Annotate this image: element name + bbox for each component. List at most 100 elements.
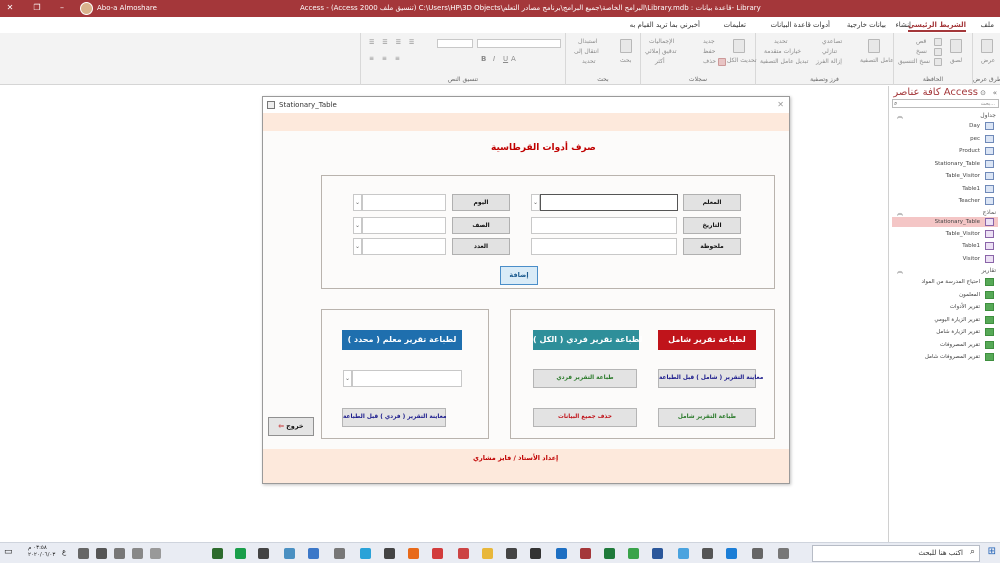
exit-button[interactable]: ⇦ خروج — [268, 417, 314, 436]
format-painter-icon[interactable] — [934, 58, 942, 66]
add-button[interactable]: إضافة — [500, 266, 538, 285]
edge-icon[interactable] — [726, 548, 737, 559]
align-icons[interactable]: ≡ ≡ ≡ — [369, 55, 403, 62]
more-button[interactable]: أكثر — [655, 58, 665, 65]
tab-create[interactable]: إنشاء — [895, 21, 911, 29]
print-comprehensive-button[interactable]: طباعة التقرير شامل — [658, 408, 756, 427]
delete-all-data-button[interactable]: حذف جميع البيانات — [533, 408, 637, 427]
class-dropdown[interactable]: ⌄ — [353, 217, 362, 234]
bold-icon[interactable]: B — [481, 55, 486, 63]
advanced-button[interactable]: خيارات متقدمة — [764, 48, 801, 55]
count-input[interactable] — [362, 238, 446, 255]
goto-button[interactable]: انتقال إلى — [574, 48, 599, 55]
remove-sort-button[interactable]: إزالة الفرز — [816, 58, 842, 65]
collapse-pane-icon[interactable]: « — [993, 89, 997, 97]
filter-icon[interactable] — [868, 39, 880, 53]
tray-overflow-icon[interactable] — [150, 548, 161, 559]
list-format-icons[interactable]: ☰ ☰ ☰ ☰ — [369, 39, 417, 46]
nav-table-item[interactable]: Product — [959, 148, 980, 154]
print-individual-button[interactable]: طباعة التقرير فردي — [533, 369, 637, 388]
replace-button[interactable]: استبدال — [578, 38, 598, 45]
app-icon[interactable] — [458, 548, 469, 559]
nav-section-reports[interactable]: تقارير — [982, 267, 996, 274]
preview-individual-button[interactable]: معاينة التقرير ( فردي ) قبل الطباعة — [342, 408, 446, 427]
windows-start-icon[interactable]: ⊞ — [988, 546, 996, 557]
totals-button[interactable]: الإجماليات — [649, 38, 674, 45]
access-icon[interactable] — [580, 548, 591, 559]
paste-icon[interactable] — [950, 39, 962, 53]
nav-table-item[interactable]: Table1 — [962, 186, 980, 192]
search-icon[interactable] — [620, 39, 632, 53]
save-record-button[interactable]: حفظ — [703, 48, 715, 55]
minimize-window-button[interactable]: – — [55, 2, 69, 14]
copy-label[interactable]: نسخ — [916, 48, 927, 55]
chevron-up-icon[interactable]: ︽ — [897, 208, 903, 217]
skype-icon[interactable] — [360, 548, 371, 559]
format-painter-label[interactable]: نسخ التنسيق — [898, 58, 930, 65]
tab-file[interactable]: ملف — [981, 21, 994, 29]
mail-icon[interactable] — [506, 548, 517, 559]
sudoku-app-icon[interactable] — [212, 548, 223, 559]
file-explorer-icon[interactable] — [482, 548, 493, 559]
restore-window-button[interactable]: ❐ — [30, 2, 44, 14]
delete-record-button[interactable]: حذف — [703, 58, 716, 65]
chrome-icon[interactable] — [628, 548, 639, 559]
nav-section-forms[interactable]: نماذج — [982, 209, 996, 216]
taskbar-search-input[interactable]: اكتب هنا للبحث — [812, 545, 980, 562]
battery-icon[interactable] — [132, 548, 143, 559]
nav-report-item[interactable]: احتياج المدرسة من المواد — [921, 279, 980, 285]
chevron-up-icon[interactable]: ︽ — [897, 266, 903, 275]
view-icon[interactable] — [981, 39, 993, 53]
nav-table-item[interactable]: Stationary_Table — [935, 161, 980, 167]
font-color-icon[interactable]: A — [511, 55, 516, 63]
ascending-button[interactable]: تصاعدي — [822, 38, 842, 45]
nav-form-item[interactable]: Table1 — [962, 243, 980, 249]
nav-report-item[interactable]: تقرير الزيارة شامل — [936, 329, 980, 335]
nav-form-item-selected[interactable]: Stationary_Table — [892, 217, 998, 227]
app-icon[interactable] — [334, 548, 345, 559]
keyboard-icon[interactable] — [78, 548, 89, 559]
day-input[interactable] — [362, 194, 446, 211]
select-button[interactable]: تحديد — [582, 58, 596, 65]
descending-button[interactable]: تنازلي — [822, 48, 837, 55]
font-name-select[interactable] — [477, 39, 561, 48]
excel-like-app-icon[interactable] — [235, 548, 246, 559]
nav-table-item[interactable]: Teacher — [959, 198, 980, 204]
nav-section-tables[interactable]: جداول — [980, 112, 996, 119]
notifications-icon[interactable]: ▭ — [4, 547, 13, 557]
chevron-down-icon[interactable]: ⊙ — [980, 89, 986, 97]
search-icon[interactable]: ⌕ — [894, 100, 897, 108]
spelling-button[interactable]: تدقيق إملائي — [645, 48, 677, 55]
network-icon[interactable] — [114, 548, 125, 559]
day-dropdown[interactable]: ⌄ — [353, 194, 362, 211]
cut-icon[interactable] — [934, 38, 942, 46]
delete-icon[interactable] — [718, 58, 726, 66]
nav-report-item[interactable]: تقرير الزيارة اليومي — [934, 317, 980, 323]
nav-form-item[interactable]: Table_Visitor — [946, 231, 980, 237]
cut-label[interactable]: قص — [916, 38, 926, 45]
excel-icon[interactable] — [604, 548, 615, 559]
refresh-all-icon[interactable] — [733, 39, 745, 53]
count-dropdown[interactable]: ⌄ — [353, 238, 362, 255]
dropbox-icon[interactable] — [678, 548, 689, 559]
app-icon[interactable] — [308, 548, 319, 559]
app-icon[interactable] — [432, 548, 443, 559]
clock[interactable]: ٠٣:٥٨ م ٢٠٢٠/٠٦/٠٣ — [28, 545, 55, 559]
app-icon[interactable] — [284, 548, 295, 559]
italic-icon[interactable]: I — [493, 55, 495, 63]
teacher-input[interactable] — [540, 194, 678, 211]
app-icon[interactable] — [384, 548, 395, 559]
tell-me-search[interactable]: أخبرني بما تريد القيام به — [630, 21, 700, 29]
nav-table-item[interactable]: pec — [970, 136, 980, 142]
teacher-dropdown[interactable]: ⌄ — [531, 194, 540, 211]
teacher-select-input[interactable] — [352, 370, 462, 387]
nav-table-item[interactable]: Day — [969, 123, 980, 129]
app-icon[interactable] — [258, 548, 269, 559]
underline-icon[interactable]: U — [503, 55, 508, 63]
cortana-icon[interactable] — [778, 548, 789, 559]
preview-comprehensive-button[interactable]: معاينة التقرير ( شامل ) قبل الطباعة — [658, 369, 763, 388]
copy-icon[interactable] — [934, 48, 942, 56]
nav-report-item[interactable]: المعلمون — [959, 292, 980, 298]
avatar[interactable] — [80, 2, 93, 15]
nav-report-item[interactable]: تقرير المصروفات — [940, 342, 980, 348]
